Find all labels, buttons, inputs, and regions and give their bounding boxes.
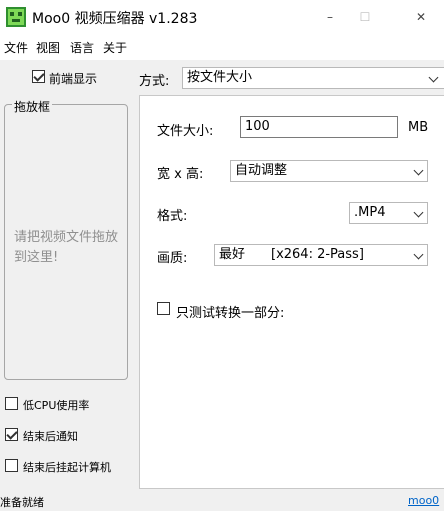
dimension-label: 宽 x 高: [157,167,204,182]
maximize-button[interactable]: ☐ [342,0,388,34]
dimension-value: 自动调整 [235,163,288,178]
window-title: Moo0 视频压缩器 v1.283 [32,11,198,27]
status-text: 准备就绪 [0,496,44,509]
notify-checkbox[interactable] [5,428,18,441]
format-label: 格式: [157,209,188,224]
menu-bar [0,34,444,60]
size-label: 文件大小: [157,124,214,139]
size-input[interactable]: 100 [240,116,398,138]
format-select[interactable]: .MP4 [349,202,428,224]
mode-select[interactable]: 按文件大小 [182,67,444,89]
mode-label: 方式: [139,74,170,89]
settings-panel [139,95,444,489]
close-button[interactable]: ✕ [398,0,444,34]
quality-label: 画质: [157,251,188,266]
suspend-checkbox[interactable] [5,459,18,472]
test-part-checkbox[interactable] [157,302,170,315]
menu-file[interactable]: 文件 [4,39,28,56]
quality-detail: [x264: 2-Pass] [271,247,364,262]
chevron-down-icon [413,249,424,260]
quality-value: 最好 [219,247,246,262]
preview-checkbox[interactable] [32,70,45,83]
chevron-down-icon [413,165,424,176]
menu-view[interactable]: 视图 [36,39,60,56]
test-part-label: 只测试转换一部分: [176,306,285,321]
menu-language[interactable]: 语言 [70,39,94,56]
suspend-label: 结束后挂起计算机 [23,461,111,474]
app-logo-icon [6,7,26,27]
size-unit: MB [408,120,429,135]
preview-label: 前端显示 [49,72,98,86]
low-cpu-checkbox[interactable] [5,397,18,410]
mode-value: 按文件大小 [187,70,253,85]
moo0-link[interactable]: moo0 [408,494,439,507]
drop-zone-hint: 请把视频文件拖放到这里! [14,230,119,265]
chevron-down-icon [413,207,424,218]
format-value: .MP4 [354,205,386,220]
low-cpu-label: 低CPU使用率 [23,399,90,412]
dimension-select[interactable]: 自动调整 [230,160,428,182]
notify-label: 结束后通知 [23,430,78,443]
quality-select[interactable]: 最好 [x264: 2-Pass] [214,244,428,266]
menu-about[interactable]: 关于 [103,39,127,56]
drop-zone-title: 拖放框 [12,98,53,115]
chevron-down-icon [428,72,439,83]
